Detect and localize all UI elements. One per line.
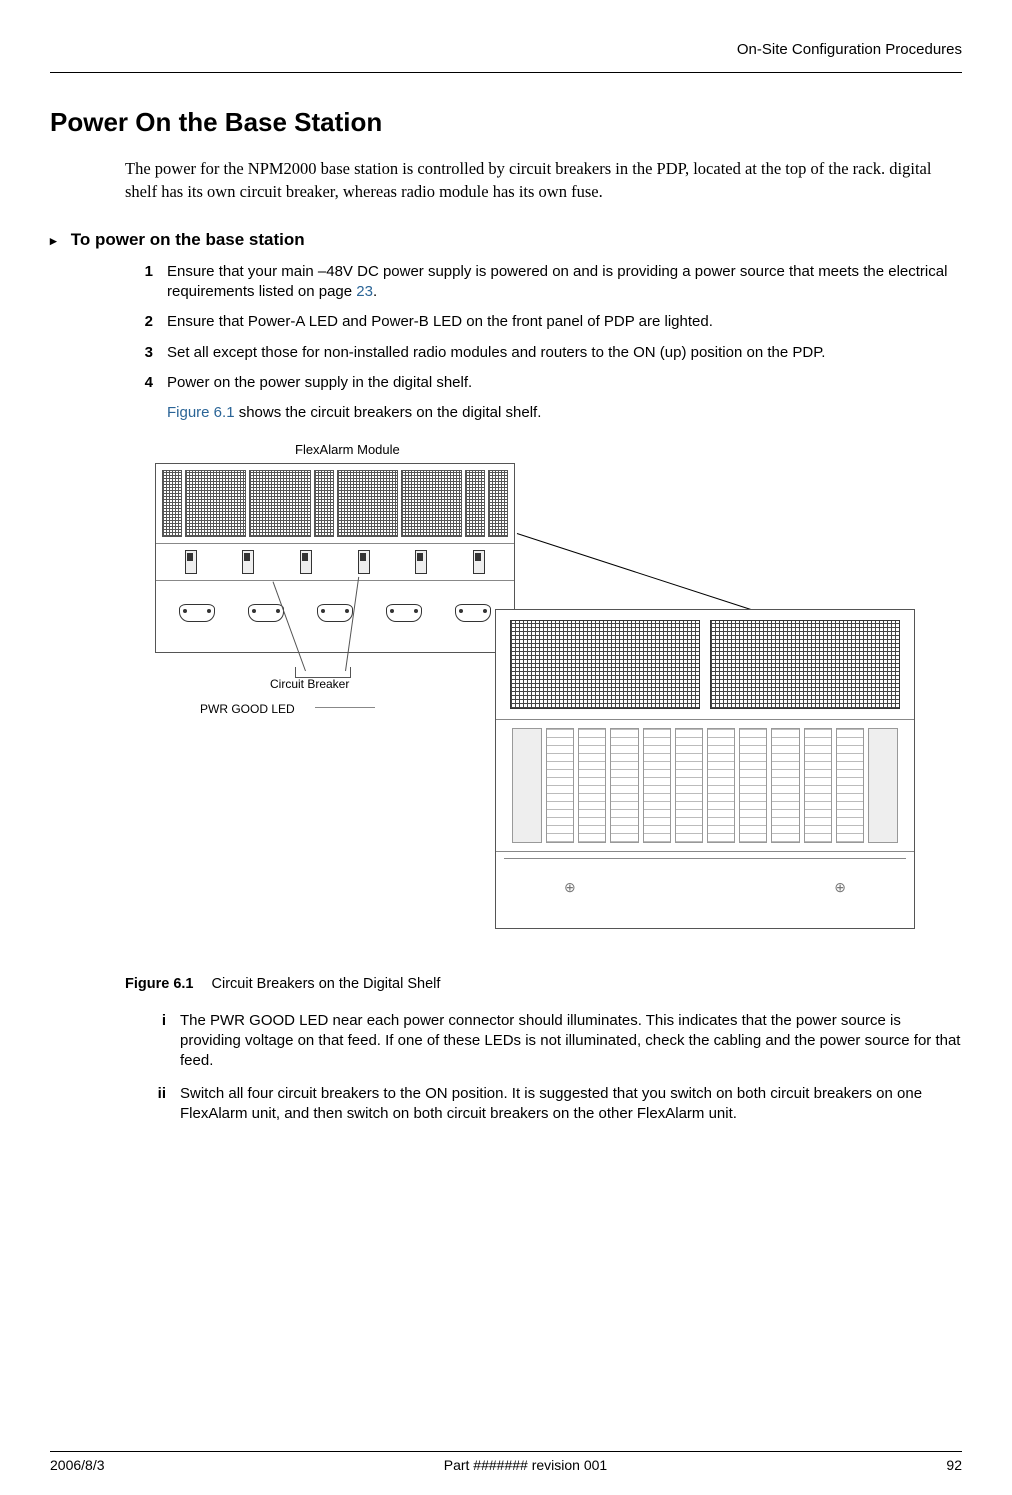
procedure-heading-text: To power on the base station xyxy=(71,230,305,249)
serial-port xyxy=(386,604,422,622)
fa-side-block xyxy=(162,470,182,537)
module-card xyxy=(710,620,900,709)
footer-part-number: Part ####### revision 001 xyxy=(444,1456,607,1475)
chassis-top-modules xyxy=(496,610,914,720)
circuit-breaker-switch xyxy=(473,550,485,574)
header-rule xyxy=(50,72,962,73)
callout-line xyxy=(315,707,375,708)
figure-ref-link[interactable]: Figure 6.1 xyxy=(167,404,235,421)
fa-side-block xyxy=(488,470,508,537)
step-4-main: Power on the power supply in the digital… xyxy=(167,374,472,391)
serial-port xyxy=(455,604,491,622)
fa-block xyxy=(185,470,246,537)
circuit-breaker-switch xyxy=(358,550,370,574)
step-4: 4 Power on the power supply in the digit… xyxy=(125,373,962,424)
side-slot xyxy=(868,728,898,843)
step-text: Ensure that your main –48V DC power supp… xyxy=(167,262,962,303)
screw-icon: ⊕ xyxy=(564,878,576,897)
circuit-breaker-label: Circuit Breaker xyxy=(270,676,349,692)
substep-text: The PWR GOOD LED near each power connect… xyxy=(180,1011,962,1072)
side-slot xyxy=(512,728,542,843)
pwr-good-led-label: PWR GOOD LED xyxy=(200,701,295,717)
step-2: 2 Ensure that Power-A LED and Power-B LE… xyxy=(125,312,962,332)
step-1-post: . xyxy=(373,283,377,300)
substep-i: i The PWR GOOD LED near each power conne… xyxy=(142,1011,962,1072)
substep-number: ii xyxy=(142,1084,180,1125)
step-4-figure-line: Figure 6.1 shows the circuit breakers on… xyxy=(167,403,962,423)
step-text: Power on the power supply in the digital… xyxy=(167,373,962,424)
fa-block xyxy=(314,470,334,537)
step-number: 1 xyxy=(125,262,167,303)
step-text: Set all except those for non-installed r… xyxy=(167,343,962,363)
figure-caption: Figure 6.1 Circuit Breakers on the Digit… xyxy=(125,975,962,995)
page-title: Power On the Base Station xyxy=(50,105,962,140)
card-slot xyxy=(675,728,703,843)
serial-port xyxy=(248,604,284,622)
fa-block xyxy=(401,470,462,537)
circuit-breaker-switch xyxy=(415,550,427,574)
circuit-breaker-switch xyxy=(185,550,197,574)
step-number: 4 xyxy=(125,373,167,424)
figure-number: Figure 6.1 xyxy=(125,976,194,992)
card-slot xyxy=(836,728,864,843)
card-slot xyxy=(546,728,574,843)
substep-number: i xyxy=(142,1011,180,1072)
page-footer: 2006/8/3 Part ####### revision 001 92 xyxy=(50,1451,962,1475)
substep-ii: ii Switch all four circuit breakers to t… xyxy=(142,1084,962,1125)
chassis-slot-row xyxy=(496,720,914,852)
fa-block xyxy=(465,470,485,537)
step-1: 1 Ensure that your main –48V DC power su… xyxy=(125,262,962,303)
step-3: 3 Set all except those for non-installed… xyxy=(125,343,962,363)
page-ref-link[interactable]: 23 xyxy=(356,283,373,300)
flexalarm-module-label: FlexAlarm Module xyxy=(295,441,400,459)
fa-block xyxy=(249,470,310,537)
flexalarm-top-row xyxy=(156,464,514,544)
flexalarm-panel xyxy=(155,463,515,653)
flexalarm-breaker-row xyxy=(156,544,514,581)
fa-block xyxy=(337,470,398,537)
serial-port xyxy=(317,604,353,622)
card-slot xyxy=(804,728,832,843)
card-slot xyxy=(643,728,671,843)
procedure-heading: ▸ To power on the base station xyxy=(50,229,962,252)
step-1-pre: Ensure that your main –48V DC power supp… xyxy=(167,263,947,300)
digital-shelf-chassis: ⊕ ⊕ xyxy=(495,609,915,929)
figure-caption-text: Circuit Breakers on the Digital Shelf xyxy=(212,976,441,992)
step-number: 3 xyxy=(125,343,167,363)
card-slot xyxy=(739,728,767,843)
circuit-breaker-switch xyxy=(242,550,254,574)
figure-6-1: FlexAlarm Module xyxy=(145,441,962,961)
procedure-substeps: i The PWR GOOD LED near each power conne… xyxy=(142,1011,962,1124)
flexalarm-port-row xyxy=(156,581,514,645)
footer-page-number: 92 xyxy=(946,1456,962,1475)
chassis-tray: ⊕ ⊕ xyxy=(504,858,906,915)
screw-icon: ⊕ xyxy=(834,878,846,897)
card-slot xyxy=(771,728,799,843)
intro-paragraph: The power for the NPM2000 base station i… xyxy=(125,158,962,203)
substep-text: Switch all four circuit breakers to the … xyxy=(180,1084,962,1125)
circuit-breaker-switch xyxy=(300,550,312,574)
card-slot xyxy=(707,728,735,843)
card-slot xyxy=(610,728,638,843)
module-card xyxy=(510,620,700,709)
step-4-extra-text: shows the circuit breakers on the digita… xyxy=(235,404,542,421)
serial-port xyxy=(179,604,215,622)
footer-date: 2006/8/3 xyxy=(50,1456,105,1475)
procedure-steps: 1 Ensure that your main –48V DC power su… xyxy=(125,262,962,424)
step-number: 2 xyxy=(125,312,167,332)
figure-illustration: FlexAlarm Module xyxy=(145,441,905,961)
triangle-right-icon: ▸ xyxy=(50,232,66,250)
card-slot xyxy=(578,728,606,843)
running-header: On-Site Configuration Procedures xyxy=(50,40,962,64)
step-text: Ensure that Power-A LED and Power-B LED … xyxy=(167,312,962,332)
